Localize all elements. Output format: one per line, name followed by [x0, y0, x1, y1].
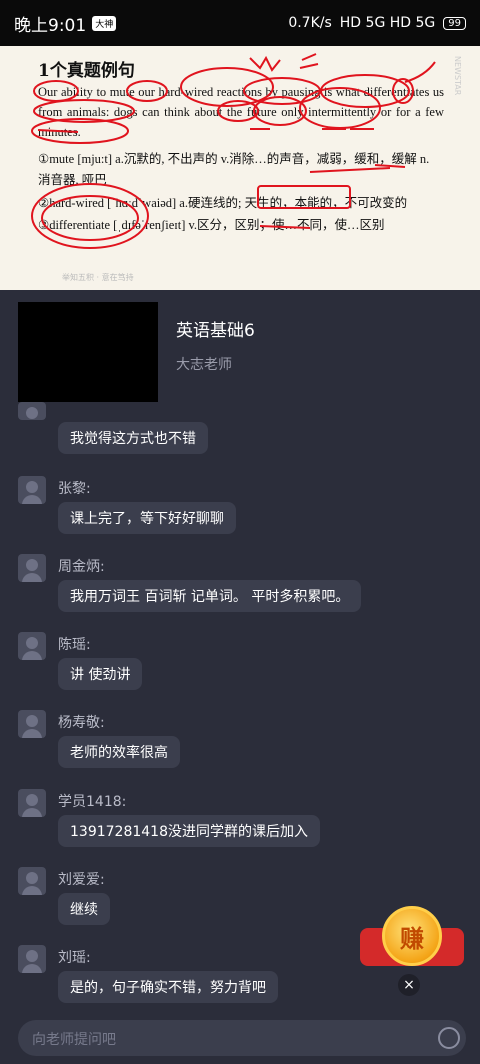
- message-bubble: 我觉得这方式也不错: [58, 422, 208, 454]
- example-sentence: Our ability to mute our hard-wired react…: [38, 85, 444, 139]
- status-right: 0.7K/s HD 5G HD 5G 99: [288, 15, 466, 31]
- question-input[interactable]: 向老师提问吧: [18, 1020, 466, 1056]
- message-bubble: 课上完了，等下好好聊聊: [58, 502, 236, 534]
- vocab-mute-cont: 消音器, 哑巴: [38, 173, 107, 187]
- avatar: [18, 945, 46, 973]
- avatar: [18, 402, 46, 420]
- avatar: [18, 476, 46, 504]
- username: 学员1418:: [58, 794, 127, 810]
- message-bubble: 继续: [58, 893, 110, 925]
- message-bubble: 13917281418没进同学群的课后加入: [58, 815, 320, 847]
- username: 张黎:: [58, 481, 91, 497]
- earn-button[interactable]: 赚: [360, 906, 464, 976]
- message-bubble: 是的，句子确实不错，努力背吧: [58, 971, 278, 1003]
- battery-icon: 99: [443, 16, 466, 30]
- message-bubble: 我用万词王 百词斩 记单词。 平时多积累吧。: [58, 580, 362, 612]
- message-bubble: 老师的效率很高: [58, 736, 180, 768]
- status-bar: 晚上9:01 大神 0.7K/s HD 5G HD 5G 99: [0, 0, 480, 46]
- slide-side-text: NEWSTAR: [453, 56, 462, 96]
- username: 刘爱爱:: [58, 872, 105, 888]
- avatar: [18, 867, 46, 895]
- lecture-slide[interactable]: 1个真题例句 Our ability to mute our hard-wire…: [0, 46, 480, 290]
- status-time: 晚上9:01: [14, 15, 87, 36]
- input-bar: 向老师提问吧: [0, 1012, 480, 1064]
- vocab-differentiate: ③differentiate [ˌdɪfəˈrenʃieɪt] v.区分，区别；…: [38, 218, 385, 232]
- emoji-icon[interactable]: [438, 1027, 460, 1049]
- username: 刘瑶:: [58, 950, 91, 966]
- avatar: [18, 710, 46, 738]
- vocab-mute: ①mute [mju:t] a.沉默的, 不出声的 v.消除…的声音，减弱，缓和…: [38, 152, 430, 166]
- username: 周金炳:: [58, 559, 105, 575]
- course-title: 英语基础6: [176, 321, 255, 341]
- vocab-hard-wired: ②hard-wired [ˈhɑːdˈwaiəd] a.硬连线的; 天生的，本能…: [38, 196, 408, 210]
- slide-footer: 举知五积 · 意在笃持: [62, 273, 134, 282]
- slide-heading: 1个真题例句: [38, 61, 135, 81]
- close-icon[interactable]: ×: [398, 974, 420, 996]
- course-teacher: 大志老师: [176, 357, 232, 373]
- signal-indicator: HD 5G HD 5G: [339, 15, 436, 31]
- username: 陈瑶:: [58, 637, 91, 653]
- username: 杨寿敬:: [58, 715, 105, 731]
- video-thumbnail[interactable]: [18, 302, 158, 402]
- ink-scribble: [249, 53, 319, 72]
- avatar: [18, 554, 46, 582]
- network-speed: 0.7K/s: [288, 15, 332, 31]
- avatar: [18, 789, 46, 817]
- coin-icon: 赚: [382, 906, 442, 966]
- message-bubble: 讲 使劲讲: [58, 658, 143, 690]
- ink-stroke: [404, 61, 436, 83]
- course-header: 英语基础6 大志老师: [0, 290, 480, 410]
- app-badge: 大神: [92, 15, 117, 31]
- avatar: [18, 632, 46, 660]
